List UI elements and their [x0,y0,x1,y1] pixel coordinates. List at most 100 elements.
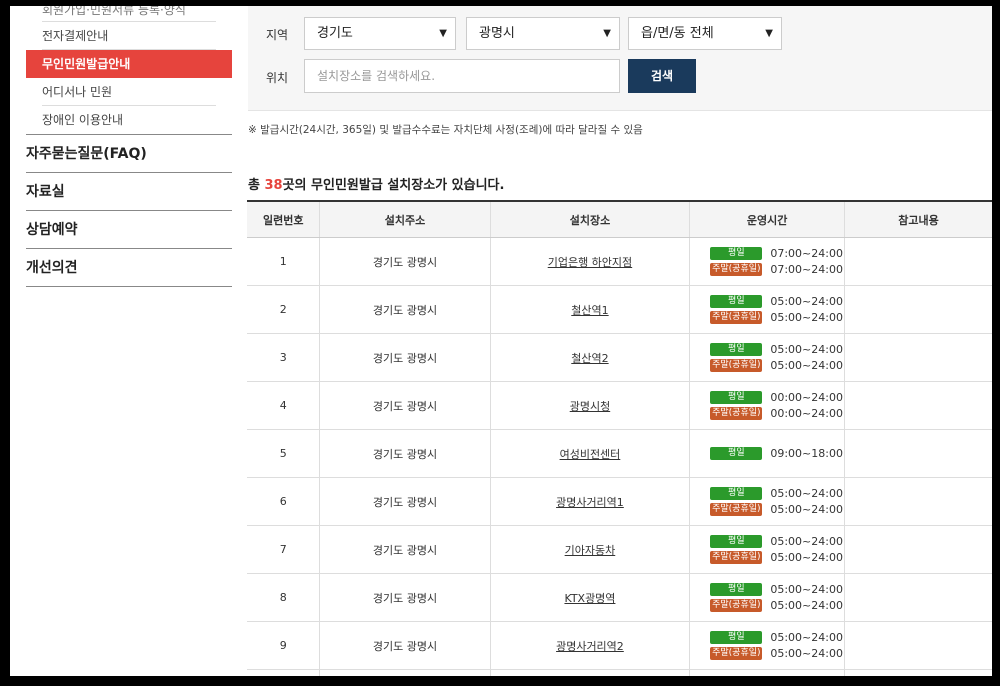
header-no: 일련번호 [247,200,320,238]
cell-hours: 평일 05:00~24:00 주말(공휴일) 05:00~24:00 [689,573,845,622]
table-row: 6 경기도 광명시 광명사거리역1 평일 05:00~24:00 주말(공휴일) 05:00… [247,477,992,526]
weekday-time: 09:00~18:00 [770,446,843,460]
weekend-hours: 주말(공휴일) 05:00~24:00 [710,550,843,566]
cell-address: 경기도 광명시 [319,237,491,286]
sidebar-item-archive[interactable]: 자료실 [26,173,232,211]
weekend-time: 05:00~24:00 [770,550,843,564]
weekend-hours: 주말(공휴일) 07:00~24:00 [710,262,843,278]
weekday-time: 05:00~24:00 [770,630,843,644]
cell-address: 경기도 광명시 [319,429,491,478]
city-select[interactable]: 광명시 ▼ [466,17,620,50]
cell-note [843,429,992,478]
table-row: 7 경기도 광명시 기아자동차 평일 05:00~24:00 주말(공휴일) 05:00~2… [247,525,992,574]
weekend-badge: 주말(공휴일) [710,551,763,564]
weekday-hours: 평일 00:00~24:00 [710,390,843,406]
cell-note [843,669,992,676]
place-link[interactable]: 철산역1 [489,285,690,334]
town-select[interactable]: 읍/면/동 전체 ▼ [628,17,782,50]
weekend-hours: 주말(공휴일) 00:00~24:00 [710,406,843,422]
cell-note [843,333,992,382]
table-row: 1 경기도 광명시 기업은행 하안지점 평일 07:00~24:00 주말(공휴일) 07:… [247,237,992,286]
sidebar-item-disabled-guide[interactable]: 장애인 이용안내 [26,106,232,134]
sidebar-item-payment[interactable]: 전자결제안내 [26,22,232,50]
table-row: 8 경기도 광명시 KTX광명역 평일 05:00~24:00 주말(공휴일) 05:00~… [247,573,992,622]
place-link[interactable]: 광명사거리역2 [489,621,690,670]
weekend-badge: 주말(공휴일) [710,311,763,324]
weekend-hours: 주말(공휴일) 05:00~24:00 [710,646,843,662]
sidebar-subgroup: 회원가입·민원서류 등록·양식 전자결제안내 무인민원발급안내 어디서나 민원 … [26,6,232,135]
place-link[interactable]: 광명시민체육관 [489,669,690,676]
cell-note [843,237,992,286]
place-link[interactable]: 여성비전센터 [489,429,690,478]
cell-no: 4 [247,381,320,430]
province-select[interactable]: 경기도 ▼ [304,17,456,50]
cell-hours: 평일 05:00~24:00 주말(공휴일) 05:00~24:00 [689,477,845,526]
cell-note [843,477,992,526]
cell-hours: 평일 09:00~18:00 [689,429,845,478]
table-row: 5 경기도 광명시 여성비전센터 평일 09:00~18:00 [247,429,992,478]
search-panel: 지역 경기도 ▼ 광명시 ▼ 읍/면/동 전체 ▼ 위치 설치장소를 검색하세요… [248,6,992,111]
weekday-time: 00:00~24:00 [770,390,843,404]
weekday-time: 07:00~24:00 [770,246,843,260]
weekend-time: 05:00~24:00 [770,502,843,516]
count-prefix: 총 [248,178,265,193]
weekend-badge: 주말(공휴일) [710,647,763,660]
weekday-hours: 평일 05:00~24:00 [710,486,843,502]
location-label: 위치 [266,71,289,85]
table-row: 10경기도 광명시광명시민체육관평일00:00~24:00주말(공휴일)00:0… [247,669,992,676]
weekend-time: 05:00~24:00 [770,358,843,372]
sidebar-item-cut[interactable]: 회원가입·민원서류 등록·양식 [26,6,232,22]
place-link[interactable]: KTX광명역 [489,573,690,622]
header-place: 설치장소 [489,200,690,238]
chevron-down-icon: ▼ [439,28,447,39]
sidebar-item-faq[interactable]: 자주묻는질문(FAQ) [26,135,232,173]
chevron-down-icon: ▼ [603,28,611,39]
place-link[interactable]: 기아자동차 [489,525,690,574]
weekend-hours: 주말(공휴일) 05:00~24:00 [710,502,843,518]
cell-hours: 평일00:00~24:00주말(공휴일)00:00~24:00 [689,381,845,430]
page-frame: 회원가입·민원서류 등록·양식 전자결제안내 무인민원발급안내 어디서나 민원 … [10,6,992,676]
cell-address: 경기도 광명시 [319,525,491,574]
cell-note [843,381,992,430]
cell-no: 8 [247,573,320,622]
cell-hours: 평일00:00~24:00주말(공휴일)00:00~24:00 [689,669,845,676]
weekday-time: 05:00~24:00 [770,342,843,356]
cell-no: 3 [247,333,320,382]
weekend-hours: 주말(공휴일) 05:00~24:00 [710,598,843,614]
sidebar-item-kiosk-guide[interactable]: 무인민원발급안내 [26,50,232,78]
weekday-time: 05:00~24:00 [770,486,843,500]
city-value: 광명시 [479,26,515,41]
weekday-hours: 평일 05:00~24:00 [710,630,843,646]
weekend-time: 05:00~24:00 [770,598,843,612]
cell-hours: 평일 05:00~24:00 주말(공휴일) 05:00~24:00 [689,525,845,574]
sidebar-item-consult[interactable]: 상담예약 [26,211,232,249]
place-link[interactable]: 기업은행 하안지점 [489,237,690,286]
cell-no: 5 [247,429,320,478]
kiosk-table: 일련번호 설치주소 설치장소 운영시간 참고내용 1 경기도 광명시 기업은행 하안… [247,200,992,676]
region-label: 지역 [266,28,289,42]
weekday-hours: 평일 05:00~24:00 [710,342,843,358]
place-link[interactable]: 광명시청 [489,381,690,430]
location-search-input[interactable]: 설치장소를 검색하세요. [304,59,620,93]
place-link[interactable]: 철산역2 [489,333,690,382]
weekend-badge: 주말(공휴일) [710,359,763,372]
header-note: 참고내용 [843,200,992,238]
cell-address: 경기도 광명시 [319,669,491,676]
cell-note [843,621,992,670]
weekend-time: 07:00~24:00 [770,262,843,276]
cell-no: 6 [247,477,320,526]
chevron-down-icon: ▼ [765,28,773,39]
sidebar-item-anywhere-civil[interactable]: 어디서나 민원 [26,78,232,106]
weekday-badge: 평일 [710,447,763,460]
place-link[interactable]: 광명사거리역1 [489,477,690,526]
weekday-badge: 평일 [710,487,763,500]
weekday-badge: 평일 [710,535,763,548]
sidebar-item-feedback[interactable]: 개선의견 [26,249,232,287]
cell-address: 경기도 광명시 [319,573,491,622]
sidebar: 회원가입·민원서류 등록·양식 전자결제안내 무인민원발급안내 어디서나 민원 … [26,6,232,287]
search-button[interactable]: 검색 [628,59,696,93]
cell-address: 경기도 광명시 [319,477,491,526]
cell-hours: 평일 05:00~24:00 주말(공휴일) 05:00~24:00 [689,333,845,382]
table-row: 4 경기도 광명시 광명시청 평일 00:00~24:00 주말(공휴일) 00:00~24… [247,381,992,430]
weekend-badge: 주말(공휴일) [710,503,763,516]
